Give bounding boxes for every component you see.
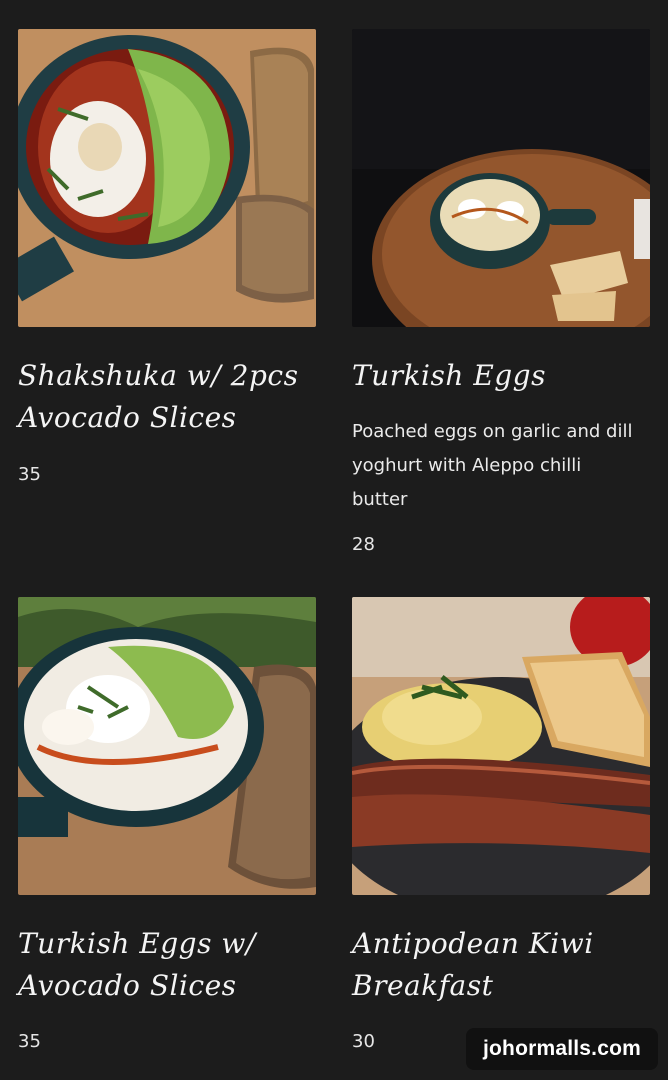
item-title-line2: Breakfast [352, 969, 494, 1002]
item-title-line2: Avocado Slices [18, 969, 237, 1002]
kiwi-breakfast-photo[interactable] [352, 597, 650, 895]
turkish-eggs-avocado-photo[interactable] [18, 597, 316, 895]
item-title-line1: Turkish Eggs [352, 359, 546, 392]
menu-item-turkish-eggs[interactable]: Turkish Eggs Poached eggs on garlic and … [352, 29, 650, 569]
menu-grid: Shakshuka w/ 2pcs Avocado Slices 35 Turk… [0, 0, 668, 1080]
item-description: Poached eggs on garlic and dill yoghurt … [352, 415, 650, 517]
item-title: Shakshuka w/ 2pcs Avocado Slices [18, 355, 316, 439]
item-price: 28 [352, 534, 375, 555]
menu-item-turkish-eggs-avocado[interactable]: Turkish Eggs w/ Avocado Slices 35 [18, 597, 316, 1057]
item-title: Antipodean Kiwi Breakfast [352, 923, 650, 1007]
item-price: 30 [352, 1031, 375, 1052]
item-title-line2: Avocado Slices [18, 401, 237, 434]
turkish-eggs-photo[interactable] [352, 29, 650, 327]
item-title-line1: Turkish Eggs w/ [18, 927, 256, 960]
description-line: Poached eggs on garlic and dill [352, 421, 633, 442]
description-line: yoghurt with Aleppo chilli [352, 455, 582, 476]
item-title: Turkish Eggs w/ Avocado Slices [18, 923, 316, 1007]
item-title-line1: Antipodean Kiwi [352, 927, 594, 960]
description-line: butter [352, 489, 408, 510]
item-price: 35 [18, 1031, 41, 1052]
watermark: johormalls.com [466, 1028, 658, 1070]
item-price: 35 [18, 464, 41, 485]
item-title-line1: Shakshuka w/ 2pcs [18, 359, 299, 392]
shakshuka-photo[interactable] [18, 29, 316, 327]
item-title: Turkish Eggs [352, 355, 650, 397]
menu-item-kiwi-breakfast[interactable]: Antipodean Kiwi Breakfast 30 [352, 597, 650, 1057]
menu-item-shakshuka[interactable]: Shakshuka w/ 2pcs Avocado Slices 35 [18, 29, 316, 499]
